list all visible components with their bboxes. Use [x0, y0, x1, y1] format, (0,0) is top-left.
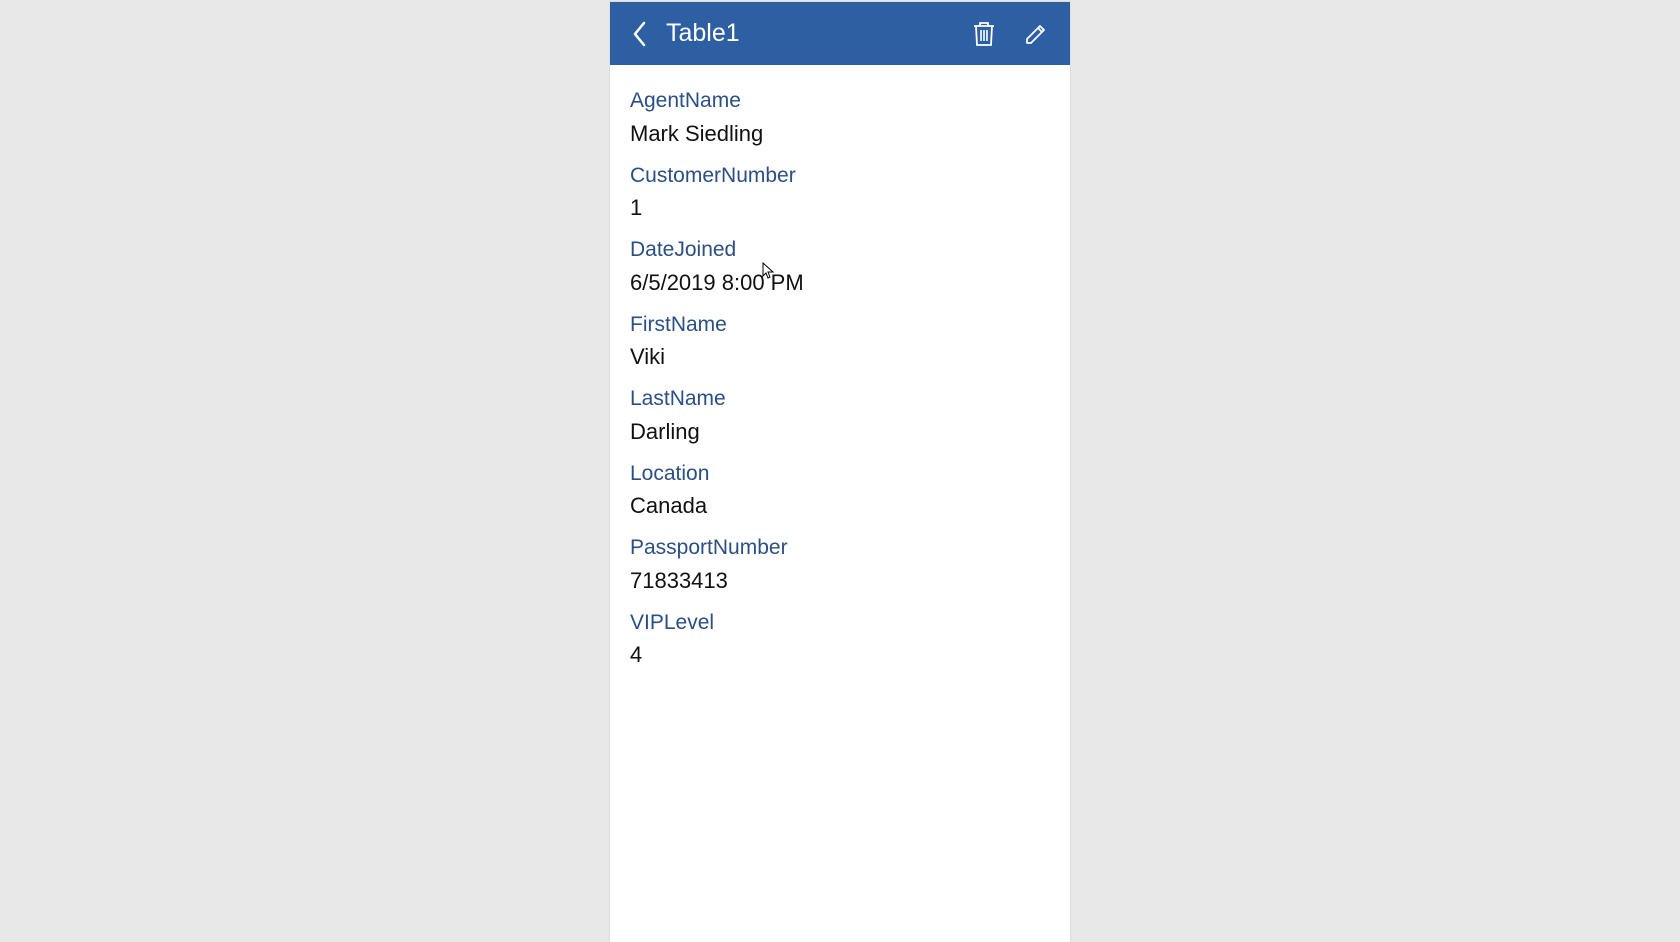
field-firstname: FirstName Viki [630, 309, 1050, 374]
header-bar: Table1 [610, 2, 1070, 65]
device-frame: Table1 AgentName Mark Siedling CustomerN [610, 2, 1070, 942]
field-value: 71833413 [630, 564, 1050, 597]
edit-button[interactable] [1016, 14, 1056, 54]
field-value: 6/5/2019 8:00 PM [630, 266, 1050, 299]
field-label: LastName [630, 383, 1050, 415]
field-label: PassportNumber [630, 532, 1050, 564]
field-passportnumber: PassportNumber 71833413 [630, 532, 1050, 597]
field-customernumber: CustomerNumber 1 [630, 160, 1050, 225]
trash-icon [973, 21, 995, 47]
field-label: Location [630, 458, 1050, 490]
field-agentname: AgentName Mark Siedling [630, 85, 1050, 150]
field-value: Canada [630, 489, 1050, 522]
back-button[interactable] [624, 18, 656, 50]
field-label: AgentName [630, 85, 1050, 117]
field-viplevel: VIPLevel 4 [630, 607, 1050, 672]
delete-button[interactable] [964, 14, 1004, 54]
field-value: 1 [630, 191, 1050, 224]
field-value: Mark Siedling [630, 117, 1050, 150]
field-value: Darling [630, 415, 1050, 448]
field-label: FirstName [630, 309, 1050, 341]
field-value: 4 [630, 638, 1050, 671]
field-datejoined: DateJoined 6/5/2019 8:00 PM [630, 234, 1050, 299]
pencil-icon [1024, 22, 1048, 46]
detail-content: AgentName Mark Siedling CustomerNumber 1… [610, 65, 1070, 942]
chevron-left-icon [632, 20, 648, 48]
field-label: DateJoined [630, 234, 1050, 266]
field-label: CustomerNumber [630, 160, 1050, 192]
field-location: Location Canada [630, 458, 1050, 523]
field-label: VIPLevel [630, 607, 1050, 639]
page-title: Table1 [666, 19, 952, 48]
field-value: Viki [630, 340, 1050, 373]
field-lastname: LastName Darling [630, 383, 1050, 448]
